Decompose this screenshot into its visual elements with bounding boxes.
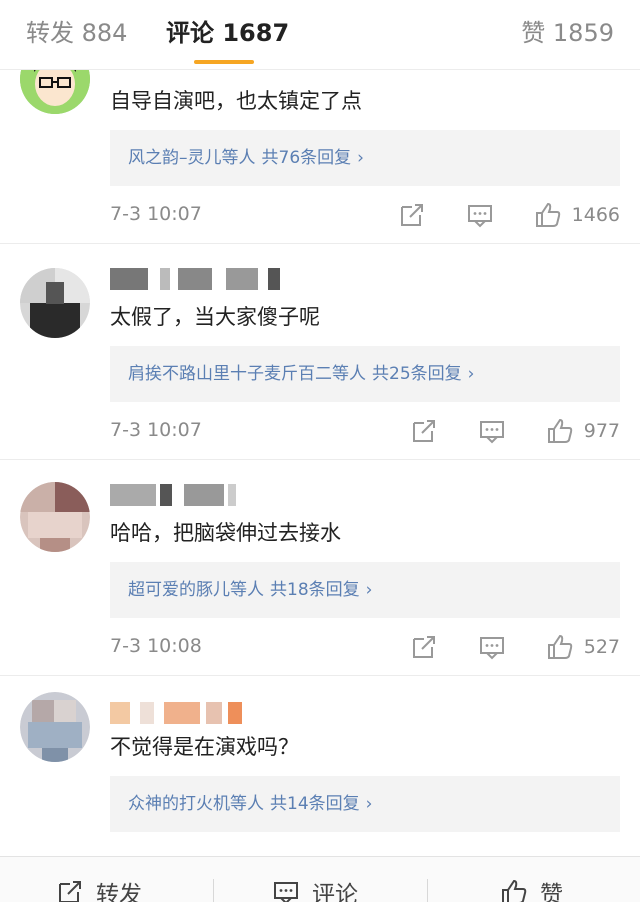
reply-users: 众神的打火机等人 xyxy=(128,794,264,814)
comment-time: 7-3 10:08 xyxy=(110,635,202,657)
share-icon[interactable] xyxy=(398,201,426,229)
chevron-right-icon: › xyxy=(365,580,373,600)
avatar[interactable] xyxy=(20,482,90,552)
repost-button[interactable]: 转发 xyxy=(56,875,142,902)
like-label: 赞 xyxy=(540,882,563,902)
comment-icon[interactable] xyxy=(478,417,506,445)
comment-text: 自导自演吧，也太镇定了点 xyxy=(110,89,362,113)
comment-time: 7-3 10:07 xyxy=(110,419,202,441)
comment-actions: 977 xyxy=(410,416,620,446)
thumbs-up-icon xyxy=(502,879,527,902)
comment-text: 太假了，当大家傻子呢 xyxy=(110,305,320,329)
tab-comments[interactable]: 评论 1687 xyxy=(166,16,289,50)
comment-actions: 527 xyxy=(410,632,620,662)
active-tab-indicator xyxy=(194,60,254,64)
share-icon[interactable] xyxy=(410,417,438,445)
share-icon xyxy=(59,881,81,902)
reply-summary[interactable]: 风之韵–灵儿等人 共76条回复 › xyxy=(110,130,620,186)
comment-button[interactable]: 评论 xyxy=(272,875,358,902)
comment-actions: 1466 xyxy=(398,200,620,230)
like-count: 977 xyxy=(583,420,620,442)
divider xyxy=(213,879,214,902)
like-count: 1466 xyxy=(571,204,620,226)
thumbs-up-icon[interactable] xyxy=(546,417,574,445)
reply-users: 肩挨不路山里十子麦斤百二等人 xyxy=(128,364,366,384)
comment-icon[interactable] xyxy=(466,201,494,229)
comment-item: 太假了，当大家傻子呢 肩挨不路山里十子麦斤百二等人 共25条回复 › 7-3 10:… xyxy=(0,244,640,460)
chevron-right-icon: › xyxy=(365,794,373,814)
username-blurred[interactable] xyxy=(110,268,290,290)
thumbs-up-icon[interactable] xyxy=(546,633,574,661)
chevron-right-icon: › xyxy=(467,364,475,384)
comment-text: 哈哈，把脑袋伸过去接水 xyxy=(110,521,341,545)
reply-count: 共18条回复 xyxy=(270,580,360,600)
repost-label: 转发 xyxy=(96,882,142,902)
like-count: 527 xyxy=(583,636,620,658)
reply-count: 共14条回复 xyxy=(270,794,360,814)
reply-summary[interactable]: 肩挨不路山里十子麦斤百二等人 共25条回复 › xyxy=(110,346,620,402)
reply-count: 共25条回复 xyxy=(372,364,462,384)
bottom-action-bar: 转发 评论 赞 xyxy=(0,856,640,902)
avatar[interactable] xyxy=(20,692,90,762)
reply-users: 超可爱的豚儿等人 xyxy=(128,580,264,600)
reply-users: 风之韵–灵儿等人 xyxy=(128,148,256,168)
tab-likes[interactable]: 赞 1859 xyxy=(521,16,614,50)
share-icon[interactable] xyxy=(410,633,438,661)
thumbs-up-icon[interactable] xyxy=(534,201,562,229)
comment-text: 不觉得是在演戏吗？ xyxy=(110,735,299,759)
comment-item: 自导自演吧，也太镇定了点 风之韵–灵儿等人 共76条回复 › 7-3 10:07 1… xyxy=(0,44,640,244)
chevron-right-icon: › xyxy=(357,148,364,168)
username-blurred[interactable] xyxy=(110,702,260,724)
divider xyxy=(427,879,428,902)
reply-summary[interactable]: 众神的打火机等人 共14条回复 › xyxy=(110,776,620,832)
tab-repost[interactable]: 转发 884 xyxy=(26,16,127,50)
reply-summary[interactable]: 超可爱的豚儿等人 共18条回复 › xyxy=(110,562,620,618)
avatar[interactable] xyxy=(20,268,90,338)
like-button[interactable]: 赞 xyxy=(500,875,563,902)
tab-bar: 转发 884 评论 1687 赞 1859 xyxy=(0,0,640,70)
comment-time: 7-3 10:07 xyxy=(110,203,202,225)
comment-icon xyxy=(274,882,298,902)
comment-icon[interactable] xyxy=(478,633,506,661)
username-blurred[interactable] xyxy=(110,484,250,506)
comment-label: 评论 xyxy=(312,882,358,902)
reply-count: 共76条回复 xyxy=(261,148,352,168)
comment-item: 哈哈，把脑袋伸过去接水 超可爱的豚儿等人 共18条回复 › 7-3 10:08 52… xyxy=(0,460,640,676)
